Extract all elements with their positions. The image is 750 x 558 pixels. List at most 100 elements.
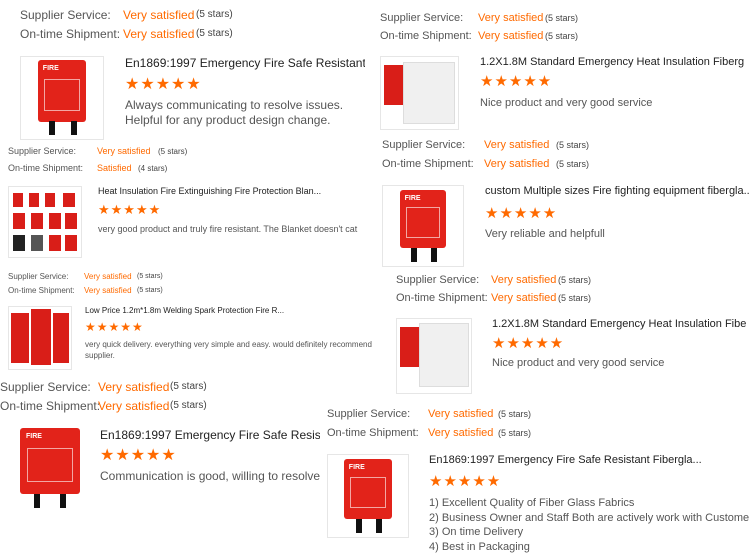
on-time-shipment-count: (5 stars) [498, 428, 532, 438]
on-time-shipment-count: (5 stars) [545, 31, 579, 41]
on-time-shipment-label: On-time Shipment: [8, 163, 84, 173]
supplier-service-count: (5 stars) [196, 9, 233, 20]
review-text: very good product and truly fire resista… [98, 224, 358, 234]
product-title[interactable]: En1869:1997 Emergency Fire Safe Resistan… [125, 56, 365, 70]
product-thumbnail[interactable]: FIRE [382, 185, 464, 267]
on-time-shipment-count: (5 stars) [170, 400, 207, 411]
product-title[interactable]: En1869:1997 Emergency Fire Safe Resistan… [100, 428, 320, 442]
review-text: Communication is good, willing to resolv… [100, 469, 322, 483]
supplier-service-label: Supplier Service: [382, 139, 466, 151]
on-time-shipment-count: (5 stars) [556, 159, 590, 169]
supplier-service-count: (5 stars) [170, 381, 207, 392]
review-card: Supplier Service: Very satisfied (5 star… [0, 378, 325, 558]
pull-strap [411, 248, 417, 262]
on-time-shipment-value: Very satisfied [98, 399, 170, 413]
blanket-fabric-image [403, 62, 455, 124]
supplier-service-count: (5 stars) [158, 147, 188, 156]
product-variant-image [29, 193, 39, 207]
product-thumbnail[interactable]: FIRE [20, 56, 104, 140]
supplier-service-value: Very satisfied [123, 8, 195, 22]
review-text-line: 4) Best in Packaging [429, 540, 530, 553]
star-rating: ★★★★★ [100, 447, 177, 464]
on-time-shipment-label: On-time Shipment: [20, 27, 121, 41]
on-time-shipment-count: (5 stars) [558, 293, 592, 303]
review-card: Supplier Service: Very satisfied (5 star… [375, 0, 750, 135]
product-thumbnail[interactable] [380, 56, 459, 130]
on-time-shipment-value: Very satisfied [478, 30, 544, 42]
review-text: Nice product and very good service [480, 97, 653, 109]
product-title[interactable]: 1.2X1.8M Standard Emergency Heat Insulat… [492, 318, 747, 330]
supplier-service-value: Very satisfied [84, 272, 132, 281]
on-time-shipment-value: Very satisfied [484, 158, 550, 170]
on-time-shipment-label: On-time Shipment: [382, 158, 474, 170]
product-variant-image [49, 213, 61, 229]
supplier-service-count: (5 stars) [545, 13, 579, 23]
product-variant-image [53, 313, 69, 363]
fire-blanket-image: FIRE [20, 428, 80, 494]
supplier-service-label: Supplier Service: [0, 380, 91, 394]
product-variant-image [31, 309, 51, 365]
supplier-service-count: (5 stars) [137, 273, 163, 280]
supplier-service-value: Very satisfied [98, 380, 170, 394]
on-time-shipment-value: Satisfied [97, 163, 132, 173]
on-time-shipment-label: On-time Shipment: [380, 30, 472, 42]
product-thumbnail[interactable] [8, 306, 72, 370]
product-variant-image [13, 213, 25, 229]
review-card: Supplier Service: Very satisfied (5 star… [0, 268, 380, 378]
on-time-shipment-value: Very satisfied [123, 27, 195, 41]
supplier-service-count: (5 stars) [556, 140, 590, 150]
fire-blanket-image: FIRE [344, 459, 392, 519]
star-rating: ★★★★★ [98, 202, 162, 217]
supplier-service-label: Supplier Service: [327, 408, 411, 420]
star-rating: ★★★★★ [429, 473, 502, 490]
supplier-service-count: (5 stars) [498, 409, 532, 419]
product-title[interactable]: Heat Insulation Fire Extinguishing Fire … [98, 186, 368, 196]
product-title[interactable]: Low Price 1.2m*1.8m Welding Spark Protec… [85, 306, 375, 315]
on-time-shipment-label: On-time Shipment: [396, 292, 488, 304]
on-time-shipment-label: On-time Shipment: [327, 427, 419, 439]
fire-blanket-image: FIRE [400, 190, 446, 248]
supplier-service-label: Supplier Service: [20, 8, 111, 22]
product-variant-image [13, 193, 23, 207]
review-text-line: 2) Business Owner and Staff Both are act… [429, 511, 749, 524]
supplier-service-value: Very satisfied [428, 408, 494, 420]
star-rating: ★★★★★ [480, 73, 553, 90]
review-text: Always communicating to resolve issues. … [125, 98, 344, 127]
review-text-line: 1) Excellent Quality of Fiber Glass Fabr… [429, 497, 635, 509]
product-variant-image [65, 213, 77, 229]
review-text: 1) Excellent Quality of Fiber Glass Fabr… [429, 496, 749, 554]
review-card: Supplier Service: Very satisfied (5 star… [380, 137, 750, 272]
review-card: Supplier Service: Very satisfied (5 star… [325, 402, 750, 558]
on-time-shipment-count: (4 stars) [138, 164, 168, 173]
product-variant-image [11, 313, 29, 363]
product-variant-image [63, 193, 75, 207]
product-title[interactable]: 1.2X1.8M Standard Emergency Heat Insulat… [480, 56, 745, 68]
product-variant-image [13, 235, 25, 251]
supplier-service-count: (5 stars) [558, 275, 592, 285]
supplier-service-value: Very satisfied [97, 146, 151, 156]
star-rating: ★★★★★ [85, 320, 144, 334]
star-rating: ★★★★★ [492, 335, 565, 352]
product-thumbnail[interactable] [8, 186, 82, 258]
product-variant-image [65, 235, 77, 251]
pull-strap [71, 121, 77, 135]
on-time-shipment-value: Very satisfied [491, 292, 557, 304]
product-thumbnail[interactable]: FIRE [327, 454, 409, 538]
review-text-line: 3) On time Delivery [429, 526, 524, 538]
star-rating: ★★★★★ [485, 205, 558, 222]
on-time-shipment-value: Very satisfied [428, 427, 494, 439]
product-title[interactable]: En1869:1997 Emergency Fire Safe Resistan… [429, 454, 747, 466]
product-title[interactable]: custom Multiple sizes Fire fighting equi… [485, 185, 750, 197]
pull-strap [356, 519, 362, 533]
supplier-service-value: Very satisfied [478, 12, 544, 24]
supplier-service-label: Supplier Service: [8, 272, 69, 281]
product-thumbnail[interactable] [396, 318, 472, 394]
product-thumbnail[interactable]: FIRE [6, 426, 86, 510]
review-text: very quick delivery. everything very sim… [85, 340, 372, 360]
review-text: Very reliable and helpfull [485, 228, 605, 240]
supplier-service-label: Supplier Service: [380, 12, 464, 24]
on-time-shipment-value: Very satisfied [84, 286, 132, 295]
on-time-shipment-count: (5 stars) [196, 28, 233, 39]
on-time-shipment-label: On-time Shipment: [0, 399, 101, 413]
pull-strap [60, 494, 66, 508]
